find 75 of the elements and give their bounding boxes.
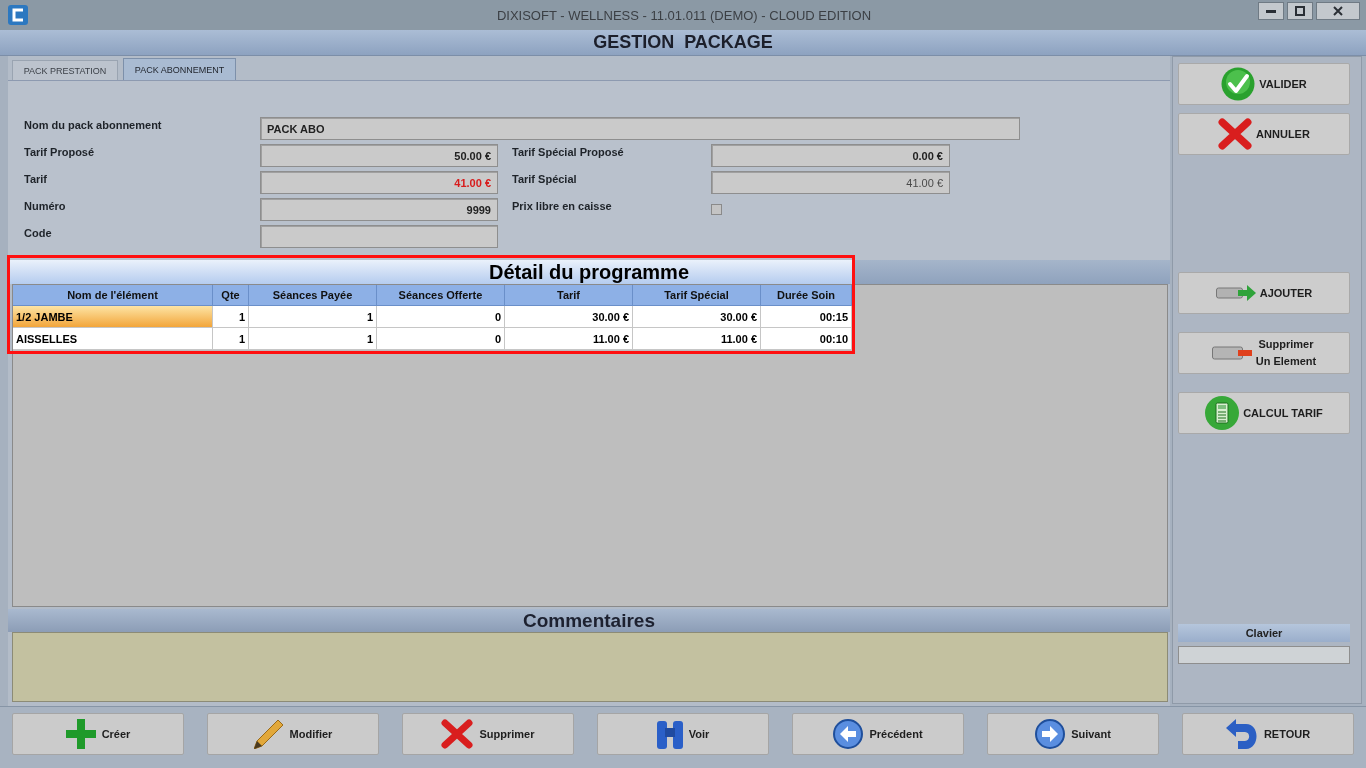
restore-icon xyxy=(1295,6,1305,16)
input-field[interactable]: 9999 xyxy=(260,198,498,221)
table-cell: 00:10 xyxy=(761,328,852,350)
input-field[interactable]: 50.00 € xyxy=(260,144,498,167)
table-cell: 11.00 € xyxy=(633,328,761,350)
tray-minus-icon xyxy=(1211,346,1252,360)
field-label: Tarif Spécial Proposé xyxy=(511,145,625,160)
pencil-icon xyxy=(253,719,284,749)
checkbox[interactable] xyxy=(711,204,722,215)
table-cell: 00:15 xyxy=(761,306,852,328)
input-field[interactable] xyxy=(260,225,498,248)
table-cell[interactable]: AISSELLES xyxy=(13,328,213,350)
cancel-button[interactable]: ANNULER xyxy=(1178,113,1350,155)
window-title: DIXISOFT - WELLNESS - 11.01.011 (DEMO) - CLOUD EDITION xyxy=(496,7,872,23)
return-arrow-icon xyxy=(1225,719,1258,749)
field-label: Nom du pack abonnement xyxy=(24,118,163,133)
input-field[interactable]: 0.00 € xyxy=(711,144,950,167)
column-header: Séances Payée xyxy=(249,285,377,306)
previous-button[interactable]: Précédent xyxy=(792,713,964,755)
next-button[interactable]: Suivant xyxy=(987,713,1159,755)
app-icon xyxy=(8,5,28,25)
input-field[interactable]: PACK ABO xyxy=(260,117,1020,140)
check-icon xyxy=(1221,67,1256,101)
column-header: Tarif Spécial xyxy=(633,285,761,306)
field-label: Tarif Proposé xyxy=(24,145,96,160)
remove-button[interactable]: Supprimer Un Element xyxy=(1178,332,1350,374)
restore-button[interactable] xyxy=(1287,2,1313,20)
panel-header: Clavier xyxy=(1178,624,1350,642)
table-cell: 1 xyxy=(249,306,377,328)
field-label: Code xyxy=(24,226,53,241)
keyboard-field[interactable] xyxy=(1178,646,1350,664)
section-title: Détail du programme xyxy=(488,260,689,284)
calculator-icon xyxy=(1205,396,1240,430)
field-label: Tarif Spécial xyxy=(511,172,578,187)
table-cell: 1 xyxy=(213,306,249,328)
section-title: Commentaires xyxy=(523,609,655,632)
create-button[interactable]: Créer xyxy=(12,713,184,755)
table-cell: 11.00 € xyxy=(505,328,633,350)
delete-button[interactable]: Supprimer xyxy=(402,713,574,755)
view-button[interactable]: Voir xyxy=(597,713,769,755)
table-cell: 1 xyxy=(213,328,249,350)
minimize-icon xyxy=(1266,9,1276,13)
close-button[interactable] xyxy=(1316,2,1360,20)
back-button[interactable]: RETOUR xyxy=(1182,713,1354,755)
field-label: Tarif xyxy=(24,172,49,187)
column-header: Durée Soin xyxy=(761,285,852,306)
column-header: Séances Offerte xyxy=(377,285,505,306)
table-cell: 0 xyxy=(377,306,505,328)
comments-field[interactable] xyxy=(12,632,1168,702)
column-header: Qte xyxy=(213,285,249,306)
validate-button[interactable]: VALIDER xyxy=(1178,63,1350,105)
plus-icon xyxy=(65,719,96,749)
column-header: Tarif xyxy=(505,285,633,306)
column-header: Nom de l'élément xyxy=(13,285,213,306)
arrow-right-icon xyxy=(1035,719,1066,749)
add-button[interactable]: AJOUTER xyxy=(1178,272,1350,314)
page-title: GESTION PACKAGE xyxy=(593,32,773,53)
table-cell: 30.00 € xyxy=(633,306,761,328)
table-cell[interactable]: 1/2 JAMBE xyxy=(13,306,213,328)
calculate-button[interactable]: CALCUL TARIF xyxy=(1178,392,1350,434)
binoculars-icon xyxy=(656,719,683,749)
table-cell: 30.00 € xyxy=(505,306,633,328)
close-icon xyxy=(1333,6,1343,16)
table-cell: 1 xyxy=(249,328,377,350)
tray-arrow-icon xyxy=(1215,283,1256,303)
table-cell: 0 xyxy=(377,328,505,350)
tab[interactable]: PACK ABONNEMENT xyxy=(123,58,236,80)
cross-icon xyxy=(1218,118,1253,150)
field-label: Numéro xyxy=(24,199,67,214)
edit-button[interactable]: Modifier xyxy=(207,713,379,755)
arrow-left-icon xyxy=(833,719,864,749)
tab[interactable]: PACK PRESTATION xyxy=(12,60,118,80)
cross-icon xyxy=(441,719,474,749)
minimize-button[interactable] xyxy=(1258,2,1284,20)
field-label: Prix libre en caisse xyxy=(511,199,613,214)
